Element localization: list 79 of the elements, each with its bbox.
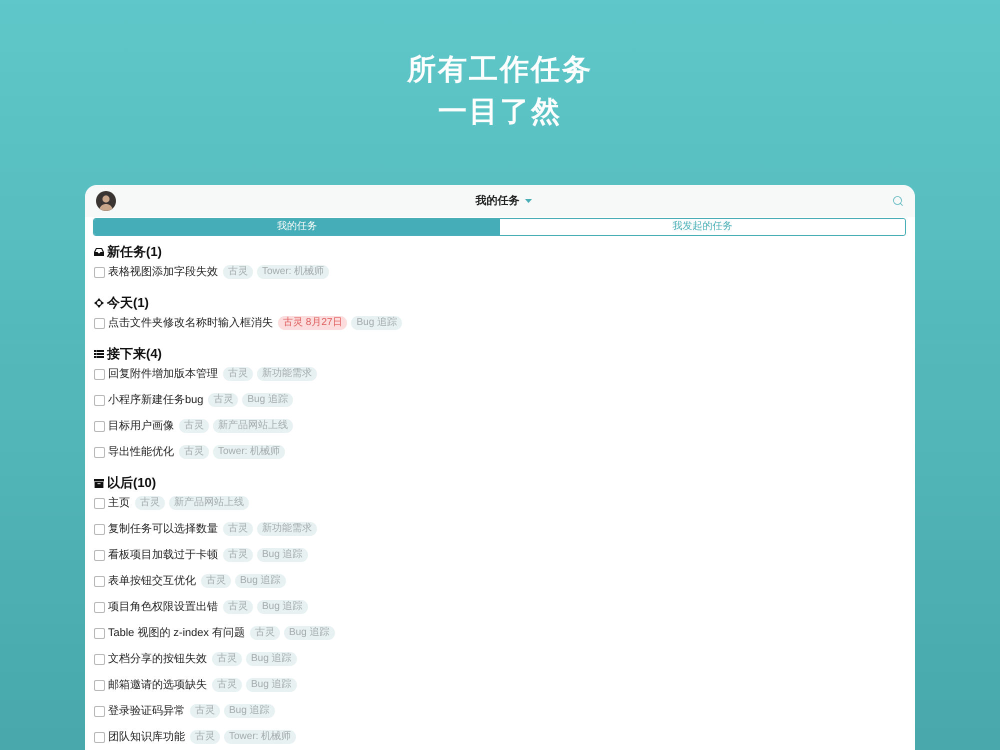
checkbox[interactable] [94,266,105,278]
tag-label: 古灵 [250,626,280,640]
checkbox[interactable] [94,368,105,380]
inbox-tray-icon [94,248,104,256]
section-title: 接下来(4) [107,347,162,361]
task-title[interactable]: 邮箱邀请的选项缺失 [108,678,207,692]
tag-label: Bug 追踪 [257,548,308,562]
avatar-icon[interactable] [96,191,116,211]
checkbox[interactable] [94,706,105,716]
tag-label: 新产品网站上线 [169,496,249,510]
tag-label: Tower: 机械师 [224,730,296,744]
caret-icon [524,199,532,203]
tag-label: 古灵 [190,730,220,744]
task-title[interactable]: 导出性能优化 [108,446,174,458]
tag-label: Bug 追踪 [351,316,402,330]
search-icon [892,195,904,207]
checkbox[interactable] [94,524,105,534]
task-title[interactable]: 小程序新建任务bug [108,394,204,406]
checkbox[interactable] [94,732,105,742]
tag-label: 古灵 [223,367,253,381]
checkbox[interactable] [94,576,105,586]
tag-label: 古灵 [212,678,242,692]
task-title[interactable]: 主页 [108,496,130,510]
tag-label: 古灵 [179,419,209,433]
tag-label: Bug 追踪 [242,393,293,407]
tag-label: Bug 追踪 [224,704,275,718]
task-title[interactable]: 表格视图添加字段失效 [108,266,218,278]
tag-label: Tower: 机械师 [257,265,330,279]
task-title[interactable]: 登录验证码异常 [108,704,185,718]
tag-label: 古灵 [223,522,253,536]
tag-label: 新产品网站上线 [213,419,293,433]
tag-label: 古灵 [223,265,253,279]
tag-label: 古灵 [212,652,242,666]
tag-label: 古灵 [223,548,253,562]
tag-label: Bug 追踪 [246,678,297,692]
checkbox[interactable] [94,628,105,638]
section-title: 以后(10) [107,476,156,490]
search-button[interactable] [891,194,904,208]
tag-label: 古灵 [223,600,253,614]
tag-label: 古灵 [135,496,165,510]
tag-label: 古灵 [179,445,209,459]
tag-label: 古灵 [208,393,238,407]
task-title[interactable]: 文档分享的按钮失效 [108,652,207,666]
checkbox[interactable] [94,680,105,690]
task-title[interactable]: 团队知识库功能 [108,730,185,744]
checkbox[interactable] [94,394,105,406]
task-title[interactable]: 项目角色权限设置出错 [108,600,218,614]
checkbox[interactable] [94,602,105,612]
tag-label: Bug 追踪 [257,600,308,614]
tag-label: 古灵 [201,574,231,588]
headline-text: 所有工作任务 [407,53,593,88]
tag-label: Bug 追踪 [246,652,297,666]
task-title[interactable]: 目标用户画像 [108,420,174,432]
crosshair-icon [94,298,104,308]
task-title[interactable]: 回复附件增加版本管理 [108,368,218,380]
tag-label: Tower: 机械师 [213,445,286,459]
section-title: 今天(1) [107,296,149,310]
checkbox[interactable] [94,654,105,664]
task-title[interactable]: 表单按钮交互优化 [108,574,196,588]
task-title[interactable]: Table 视图的 z-index 有问题 [108,626,245,640]
tag-label: 新功能需求 [257,367,317,381]
list-icon [94,350,104,358]
due-date-tag: 古灵 8月27日 [278,316,348,330]
checkbox[interactable] [94,420,105,432]
tag-label: Bug 追踪 [284,626,335,640]
task-title[interactable]: 看板项目加载过于卡顿 [108,548,218,562]
tag-label: Bug 追踪 [235,574,286,588]
section-title: 新任务(1) [107,245,162,259]
task-title[interactable]: 点击文件夹修改名称时输入框消失 [108,316,273,330]
title-dropdown[interactable]: 我的任务 [476,192,532,210]
headline-text: 一目了然 [438,95,562,130]
archive-box-icon [94,478,104,488]
tag-label: 古灵 [190,704,220,718]
checkbox[interactable] [94,498,105,508]
tag-label: 新功能需求 [257,522,317,536]
checkbox[interactable] [94,446,105,458]
checkbox[interactable] [94,550,105,560]
task-title[interactable]: 复制任务可以选择数量 [108,522,218,536]
checkbox[interactable] [94,318,105,328]
